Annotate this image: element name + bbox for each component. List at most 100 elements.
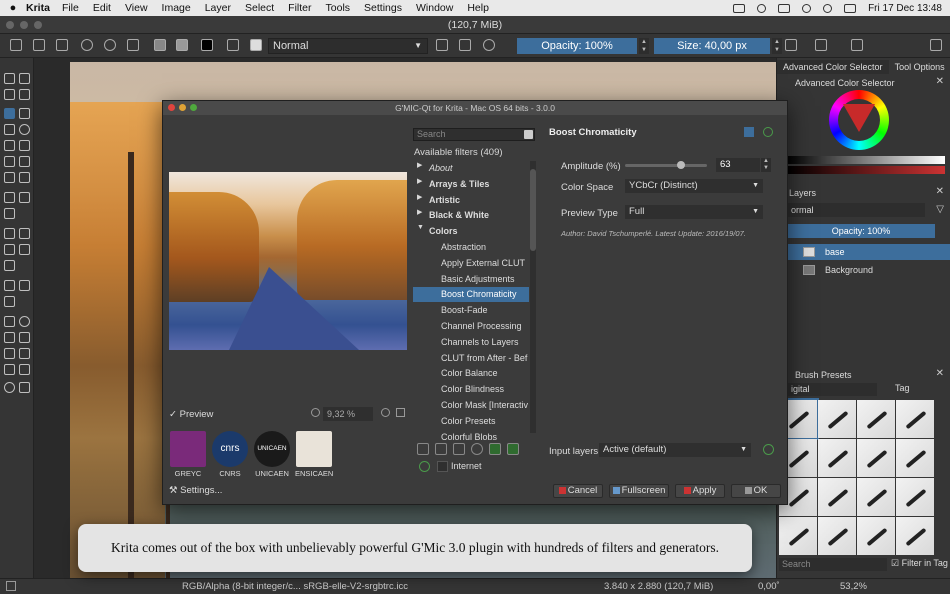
bezier-tool-icon[interactable] <box>4 156 15 167</box>
fill-tool-icon[interactable] <box>4 260 15 271</box>
rectangle-tool-icon[interactable] <box>4 124 15 135</box>
preview-zoom-input[interactable]: 9,32 % <box>323 407 373 421</box>
contiguous-select-icon[interactable] <box>4 348 15 359</box>
wifi-icon[interactable] <box>802 3 812 13</box>
color-picker-icon[interactable] <box>19 228 30 239</box>
brush-preset[interactable] <box>857 400 895 438</box>
colorize-mask-icon[interactable] <box>19 244 30 255</box>
polygon-tool-icon[interactable] <box>4 140 15 151</box>
search-icon[interactable] <box>524 130 533 139</box>
save-icon[interactable] <box>56 39 68 51</box>
mirror-horizontal-icon[interactable] <box>785 39 797 51</box>
brush-preset[interactable] <box>857 517 895 555</box>
brush-preset-icon[interactable] <box>250 39 262 51</box>
copy-command-icon[interactable] <box>744 127 754 137</box>
refresh-input-icon[interactable] <box>763 444 774 455</box>
color-wheel[interactable] <box>829 90 889 150</box>
layer-row-background[interactable]: Background <box>787 262 950 278</box>
menu-layer[interactable]: Layer <box>205 2 231 14</box>
clear-icon[interactable] <box>127 39 139 51</box>
size-stepper[interactable]: ▲ ▼ <box>772 38 782 54</box>
tab-advanced-color-selector[interactable]: Advanced Color Selector <box>777 60 889 74</box>
ellipse-tool-icon[interactable] <box>19 124 30 135</box>
grey-ramp[interactable] <box>787 156 945 164</box>
cancel-button[interactable]: Cancel <box>553 484 603 498</box>
rotation-value[interactable]: 0,00˚ <box>758 579 780 594</box>
menu-help[interactable]: Help <box>467 2 489 14</box>
wrap-around-icon[interactable] <box>851 39 863 51</box>
undo-icon[interactable] <box>81 39 93 51</box>
input-layers-select[interactable]: Active (default) ▼ <box>599 443 751 457</box>
pan-tool-icon[interactable] <box>19 382 30 393</box>
internet-checkbox[interactable] <box>437 461 448 472</box>
rect-select-icon[interactable] <box>4 316 15 327</box>
selected-filters-icon[interactable] <box>489 443 501 455</box>
zoom-in-icon[interactable] <box>381 408 390 417</box>
measure-tool-icon[interactable] <box>19 280 30 291</box>
filter-icon[interactable]: ▽ <box>936 204 944 215</box>
close-window-icon[interactable] <box>168 104 175 111</box>
preset-search-input[interactable]: Search <box>779 558 887 571</box>
menu-file[interactable]: File <box>62 2 79 14</box>
tab-tool-options[interactable]: Tool Options <box>889 60 950 74</box>
minimize-window-icon[interactable] <box>20 21 28 29</box>
menu-select[interactable]: Select <box>245 2 274 14</box>
text-tool-icon[interactable] <box>19 73 30 84</box>
scrollbar-thumb[interactable] <box>530 169 536 251</box>
brush-preset[interactable] <box>818 517 856 555</box>
opacity-stepper[interactable]: ▲ ▼ <box>639 38 649 54</box>
calligraphy-icon[interactable] <box>19 89 30 100</box>
zoom-window-icon[interactable] <box>34 21 42 29</box>
clock[interactable]: Fri 17 Dec 13:48 <box>868 3 942 14</box>
menu-edit[interactable]: Edit <box>93 2 111 14</box>
close-icon[interactable]: ✕ <box>936 186 944 197</box>
filter-tree-item[interactable]: Arrays & Tiles <box>413 177 529 192</box>
add-fave-icon[interactable] <box>417 443 429 455</box>
preset-tag-select[interactable]: igital <box>787 383 877 396</box>
zoom-value[interactable]: 53,2% <box>840 579 867 594</box>
reload-preset-icon[interactable] <box>483 39 495 51</box>
close-icon[interactable]: ✕ <box>936 368 944 379</box>
freehand-path-icon[interactable] <box>19 156 30 167</box>
blend-mode-select[interactable]: Normal ▼ <box>268 38 428 54</box>
brush-preset[interactable] <box>896 439 934 477</box>
remove-fave-icon[interactable] <box>435 443 447 455</box>
zoom-out-icon[interactable] <box>311 408 320 417</box>
brush-preset[interactable] <box>896 400 934 438</box>
new-document-icon[interactable] <box>10 39 22 51</box>
size-slider[interactable]: Size: 40,00 px <box>654 38 770 54</box>
minimize-window-icon[interactable] <box>179 104 186 111</box>
display-icon[interactable] <box>733 3 746 13</box>
eraser-icon[interactable] <box>436 39 448 51</box>
zoom-tool-icon[interactable] <box>4 382 15 393</box>
brush-preset[interactable] <box>896 517 934 555</box>
amplitude-slider[interactable] <box>625 161 707 169</box>
filter-tree-item[interactable]: Boost-Fade <box>413 303 529 318</box>
layer-row-base[interactable]: base <box>787 244 950 260</box>
line-tool-icon[interactable] <box>19 108 30 119</box>
ellipse-select-icon[interactable] <box>19 316 30 327</box>
close-window-icon[interactable] <box>6 21 14 29</box>
dynamic-brush-icon[interactable] <box>4 172 15 183</box>
filter-tree-item[interactable]: Black & White <box>413 208 529 223</box>
filter-tree-item[interactable]: Channel Processing <box>413 319 529 334</box>
menu-settings[interactable]: Settings <box>364 2 402 14</box>
slider-handle[interactable] <box>677 161 685 169</box>
open-document-icon[interactable] <box>33 39 45 51</box>
move-tool-icon[interactable] <box>19 192 30 203</box>
mirror-vertical-icon[interactable] <box>815 39 827 51</box>
amplitude-input[interactable]: 63 <box>716 158 760 172</box>
layer-opacity-slider[interactable]: Opacity: 100% <box>787 224 935 238</box>
crop-tool-icon[interactable] <box>4 208 15 219</box>
spotlight-icon[interactable] <box>823 3 833 13</box>
bezier-select-icon[interactable] <box>4 364 15 375</box>
filter-tree-item[interactable]: Channels to Layers <box>413 335 529 350</box>
app-menu[interactable]: Krita <box>26 2 50 14</box>
rename-fave-icon[interactable] <box>453 443 465 455</box>
zoom-window-icon[interactable] <box>190 104 197 111</box>
opacity-slider[interactable]: Opacity: 100% <box>517 38 637 54</box>
filter-tree-item[interactable]: About <box>413 161 529 176</box>
brush-preset[interactable] <box>818 478 856 516</box>
select-shapes-icon[interactable] <box>4 73 15 84</box>
tag-button[interactable]: Tag <box>895 383 910 393</box>
